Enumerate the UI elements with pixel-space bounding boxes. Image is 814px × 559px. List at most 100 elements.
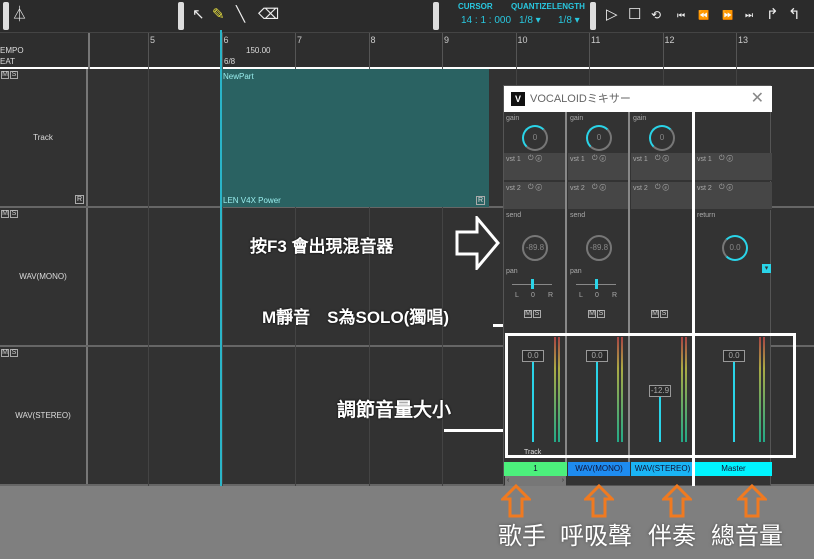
pan-value: 0 bbox=[531, 292, 535, 299]
bar-line bbox=[368, 33, 370, 69]
mixer-title-bar[interactable]: V VOCALOIDミキサー ✕ bbox=[504, 86, 772, 112]
label-singer: 歌手 bbox=[498, 523, 546, 550]
channel-label[interactable]: WAV(STEREO) bbox=[631, 462, 694, 476]
power-icon: ⏻ ⓔ bbox=[655, 155, 670, 162]
pan-label: pan bbox=[506, 268, 518, 275]
pan-label: pan bbox=[570, 268, 582, 275]
send-knob[interactable]: -89.8 bbox=[586, 235, 612, 261]
pan-slider[interactable] bbox=[595, 279, 598, 289]
pencil-icon[interactable]: ✎ bbox=[212, 6, 225, 24]
send-label: send bbox=[506, 212, 522, 219]
solo-button[interactable]: S bbox=[10, 71, 18, 79]
bar-line bbox=[148, 33, 149, 69]
eraser-icon[interactable]: ⌫ bbox=[258, 6, 279, 24]
toolbar-grip[interactable] bbox=[3, 2, 9, 30]
vst2-slot[interactable]: vst 2 ⏻ ⓔ bbox=[631, 182, 692, 210]
play-icon[interactable]: ▷ bbox=[606, 6, 618, 24]
line-icon[interactable]: ╲ bbox=[236, 6, 245, 24]
annotation-mute-solo: M靜音 S為SOLO(獨唱) bbox=[262, 308, 449, 327]
vst1-slot[interactable]: vst 1 ⏻ ⓔ bbox=[504, 153, 565, 181]
tempo-label: EMPO bbox=[0, 46, 24, 55]
length-label: LENGTH bbox=[552, 2, 585, 11]
toolbar-grip[interactable] bbox=[433, 2, 439, 30]
gain-knob[interactable]: 0 bbox=[586, 125, 612, 151]
bar-number: 13 bbox=[738, 35, 749, 45]
track-header[interactable]: MS Track R bbox=[0, 69, 88, 206]
collapse-icon[interactable]: ▾ bbox=[762, 264, 771, 273]
mute-button[interactable]: M bbox=[588, 310, 596, 318]
vocal-part[interactable]: NewPart LEN V4X Power R bbox=[221, 69, 489, 207]
metronome-icon[interactable]: ⏃ bbox=[12, 6, 27, 24]
send-knob[interactable]: -89.8 bbox=[522, 235, 548, 261]
bar-number: 6 bbox=[223, 35, 229, 45]
pan-slider[interactable] bbox=[531, 279, 534, 289]
vocaloid-logo: V bbox=[511, 92, 525, 106]
to-end-icon[interactable]: ⏭ bbox=[745, 6, 753, 24]
bar-number: 12 bbox=[664, 35, 675, 45]
label-breath: 呼吸聲 bbox=[560, 523, 632, 550]
vst2-slot[interactable]: vst 2 ⏻ ⓔ bbox=[568, 182, 628, 210]
to-start-icon[interactable]: ⏮ bbox=[677, 6, 685, 24]
solo-button[interactable]: S bbox=[660, 310, 668, 318]
channel-label[interactable]: Master bbox=[695, 462, 772, 476]
bar-number: 10 bbox=[517, 35, 528, 45]
channel-label[interactable]: 1 bbox=[504, 462, 567, 476]
timeline-ruler[interactable]: EMPO EAT 150.00 6/8 5 6 7 8 9 10 11 12 13 bbox=[0, 33, 814, 69]
length-select[interactable]: 1/8 ▾ bbox=[558, 15, 580, 26]
rewind-icon[interactable]: ⏪ bbox=[698, 6, 709, 24]
channel-label[interactable]: WAV(MONO) bbox=[568, 462, 630, 476]
pan-value: 0 bbox=[595, 292, 599, 299]
up-arrow-icon bbox=[584, 484, 614, 518]
playback-cursor[interactable] bbox=[220, 30, 222, 486]
power-icon: ⏻ ⓔ bbox=[592, 155, 607, 162]
mute-button[interactable]: M bbox=[524, 310, 532, 318]
bar-line bbox=[442, 33, 443, 69]
bar-line bbox=[736, 33, 737, 69]
quantize-select[interactable]: 1/8 ▾ bbox=[519, 15, 541, 26]
mute-button[interactable]: M bbox=[1, 71, 9, 79]
solo-button[interactable]: S bbox=[533, 310, 541, 318]
vst1-slot[interactable]: vst 1 ⏻ ⓔ bbox=[568, 153, 628, 181]
cursor-value[interactable]: 14 : 1 : 000 bbox=[461, 15, 511, 26]
vst2-slot[interactable]: vst 2 ⏻ ⓔ bbox=[695, 182, 772, 210]
grid-line bbox=[148, 69, 149, 486]
solo-button[interactable]: S bbox=[10, 349, 18, 357]
r-button[interactable]: R bbox=[75, 195, 84, 204]
vst1-slot[interactable]: vst 1 ⏻ ⓔ bbox=[695, 153, 772, 181]
loop-icon[interactable]: ⟲ bbox=[651, 6, 661, 24]
power-icon: ⏻ ⓔ bbox=[719, 155, 734, 162]
solo-button[interactable]: S bbox=[10, 210, 18, 218]
power-icon: ⏻ ⓔ bbox=[719, 184, 734, 191]
arrow-icon[interactable]: ↖ bbox=[192, 6, 205, 24]
gain-knob[interactable]: 0 bbox=[522, 125, 548, 151]
label-accompaniment: 伴奏 bbox=[648, 523, 696, 550]
up-arrow-icon bbox=[501, 484, 531, 518]
tempo-value[interactable]: 150.00 bbox=[246, 46, 270, 55]
gain-knob[interactable]: 0 bbox=[649, 125, 675, 151]
return-label: return bbox=[697, 212, 716, 219]
fast-forward-icon[interactable]: ⏩ bbox=[722, 6, 733, 24]
power-icon: ⏻ ⓔ bbox=[655, 184, 670, 191]
track-name: Track bbox=[33, 133, 53, 142]
mute-button[interactable]: M bbox=[1, 349, 9, 357]
track-header[interactable]: MS WAV(MONO) bbox=[0, 208, 88, 345]
vst1-slot[interactable]: vst 1 ⏻ ⓔ bbox=[631, 153, 692, 181]
toolbar-grip[interactable] bbox=[178, 2, 184, 30]
track-name: WAV(STEREO) bbox=[15, 411, 71, 420]
marker-in-icon[interactable]: ↱ bbox=[766, 6, 779, 24]
marker-out-icon[interactable]: ↰ bbox=[788, 6, 801, 24]
solo-button[interactable]: S bbox=[597, 310, 605, 318]
quantize-label: QUANTIZE bbox=[511, 2, 552, 11]
close-icon[interactable]: ✕ bbox=[751, 86, 764, 112]
mute-button[interactable]: M bbox=[1, 210, 9, 218]
up-arrow-icon bbox=[737, 484, 767, 518]
bar-line bbox=[589, 33, 590, 69]
return-knob[interactable]: 0.0 bbox=[722, 235, 748, 261]
r-button[interactable]: R bbox=[476, 196, 485, 205]
beat-value[interactable]: 6/8 bbox=[224, 57, 235, 66]
track-header[interactable]: MS WAV(STEREO) bbox=[0, 347, 88, 484]
toolbar-grip[interactable] bbox=[590, 2, 596, 30]
stop-icon[interactable]: ☐ bbox=[628, 6, 641, 24]
mute-button[interactable]: M bbox=[651, 310, 659, 318]
vst2-slot[interactable]: vst 2 ⏻ ⓔ bbox=[504, 182, 565, 210]
